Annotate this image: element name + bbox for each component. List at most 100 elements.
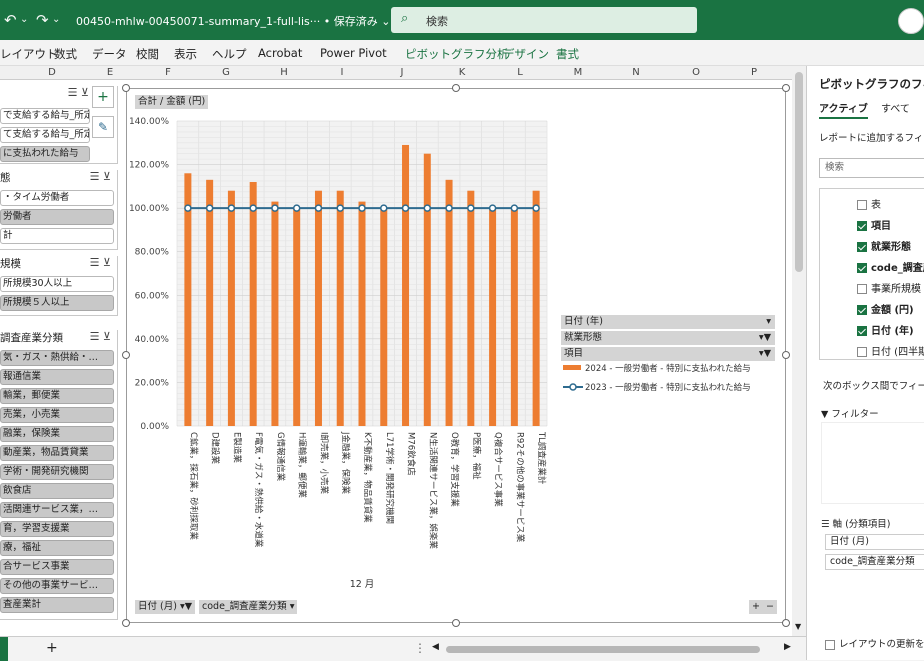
multiselect-clearfilter-icon[interactable]: ☰ ⊻ (68, 86, 89, 99)
resize-handle[interactable] (782, 351, 790, 359)
column-header[interactable]: M (550, 67, 606, 78)
field-checkbox[interactable]: 金額 (円) (857, 301, 914, 316)
column-header[interactable]: P (726, 67, 782, 78)
tab-view[interactable]: 表示 (174, 46, 197, 62)
column-header[interactable]: D (24, 67, 80, 78)
slicer-item[interactable]: 査産業計 (0, 597, 114, 613)
field-checkbox[interactable]: 日付 (年) (857, 322, 914, 337)
checkbox-icon[interactable] (857, 305, 867, 315)
field-checkbox[interactable]: 事業所規模 (857, 280, 921, 295)
column-header[interactable]: H (256, 67, 312, 78)
column-header[interactable]: F (140, 67, 196, 78)
field-checkbox[interactable]: 項目 (857, 217, 891, 232)
tab-power-pivot[interactable]: Power Pivot (320, 46, 387, 60)
checkbox-icon[interactable] (857, 242, 867, 252)
tab-all[interactable]: すべて (881, 100, 910, 115)
undo-dropdown-icon[interactable]: ⌄ (20, 14, 28, 25)
slicer-item[interactable]: 気・ガス・熱供給・… (0, 350, 114, 366)
tab-active[interactable]: アクティブ (819, 100, 868, 119)
slicer-item[interactable]: て支給する給与_所定内 (0, 127, 90, 143)
slicer-item[interactable]: 育，学習支援業 (0, 521, 114, 537)
checkbox-icon[interactable] (857, 200, 867, 210)
slicer-item[interactable]: 所規模５人以上 (0, 295, 114, 311)
more-options-icon[interactable]: ⋮ (414, 641, 426, 655)
column-header[interactable]: L (492, 67, 548, 78)
slicer-item[interactable]: 療，福祉 (0, 540, 114, 556)
axis-field-month-button[interactable]: 日付 (月) ▾▼ (135, 600, 196, 614)
scroll-right-icon[interactable]: ▶ (784, 642, 791, 652)
resize-handle[interactable] (782, 84, 790, 92)
expand-field-button[interactable]: + (749, 600, 763, 614)
slicer-item[interactable]: 飲食店 (0, 483, 114, 499)
undo-icon[interactable]: ↶ (4, 11, 17, 29)
resize-handle[interactable] (782, 619, 790, 627)
redo-icon[interactable]: ↷ (36, 11, 49, 29)
axis-item-industry[interactable]: code_調査産業分類 (825, 554, 924, 570)
filter-drop-area[interactable] (821, 422, 924, 504)
column-header[interactable]: E (82, 67, 138, 78)
avatar[interactable] (898, 8, 924, 34)
document-title[interactable]: 00450-mhlw-00450071-summary_1-full-lis··… (76, 13, 390, 29)
slicer-item[interactable]: 計 (0, 228, 114, 244)
column-header[interactable]: G (198, 67, 254, 78)
slicer-item[interactable]: 動産業，物品賃貸業 (0, 445, 114, 461)
resize-handle[interactable] (122, 84, 130, 92)
column-header[interactable]: N (608, 67, 664, 78)
defer-update-checkbox[interactable]: レイアウトの更新を保 (825, 636, 924, 650)
tab-review[interactable]: 校閲 (136, 46, 159, 62)
checkbox-icon[interactable] (857, 263, 867, 273)
slicer-item[interactable]: 所規模30人以上 (0, 276, 114, 292)
slicer-item[interactable]: ・タイム労働者 (0, 190, 114, 206)
slicer-item[interactable]: 合サービス事業 (0, 559, 114, 575)
checkbox-icon[interactable] (857, 284, 867, 294)
tab-pivotchart-analyze[interactable]: ピボットグラフ分析 (405, 46, 509, 62)
slicer-item[interactable]: 学術・開発研究機関 (0, 464, 114, 480)
tab-data[interactable]: データ (92, 46, 127, 62)
field-checkbox[interactable]: code_調査産 (857, 259, 924, 274)
redo-dropdown-icon[interactable]: ⌄ (52, 14, 60, 25)
slicer-item[interactable]: 労働者 (0, 209, 114, 225)
slicer-item[interactable]: その他の事業サービ… (0, 578, 114, 594)
checkbox-icon[interactable] (825, 639, 835, 650)
tab-design[interactable]: デザイン (503, 46, 549, 62)
axis-field-industry-button[interactable]: code_調査産業分類 ▾ (199, 600, 298, 614)
field-checkbox[interactable]: 就業形態 (857, 238, 911, 253)
resize-handle[interactable] (452, 84, 460, 92)
checkbox-icon[interactable] (857, 347, 867, 357)
add-sheet-icon[interactable]: + (46, 640, 58, 656)
legend-field-year-button[interactable]: 日付 (年) ▾ (561, 315, 775, 329)
horizontal-scrollbar[interactable] (446, 646, 760, 653)
multiselect-clearfilter-icon[interactable]: ☰ ⊻ (90, 170, 111, 183)
legend-field-item-button[interactable]: 項目 ▾▼ (561, 347, 775, 361)
scroll-down-icon[interactable]: ▼ (795, 622, 801, 631)
multiselect-clearfilter-icon[interactable]: ☰ ⊻ (90, 256, 111, 269)
vertical-scrollbar[interactable]: ▼ (792, 66, 806, 636)
pivot-chart[interactable]: 合計 / 金額 (円) 0.00% 20.00% 40.00% 60.00% 80.00… (126, 88, 786, 623)
resize-handle[interactable] (122, 619, 130, 627)
collapse-field-button[interactable]: − (763, 600, 777, 614)
slicer-item[interactable]: に支払われた給与 (0, 146, 90, 162)
scrollbar-thumb[interactable] (795, 72, 803, 272)
slicer-item[interactable]: 報通信業 (0, 369, 114, 385)
field-checkbox[interactable]: 表 (857, 196, 881, 211)
add-element-button[interactable]: + (92, 86, 114, 108)
tab-acrobat[interactable]: Acrobat (258, 46, 302, 60)
multiselect-clearfilter-icon[interactable]: ☰ ⊻ (90, 330, 111, 343)
checkbox-icon[interactable] (857, 326, 867, 336)
slicer-item[interactable]: 売業，小売業 (0, 407, 114, 423)
resize-handle[interactable] (122, 351, 130, 359)
tab-layout[interactable]: レイアウト (0, 46, 58, 62)
legend-field-employment-button[interactable]: 就業形態 ▾▼ (561, 331, 775, 345)
slicer-item[interactable]: 輸業，郵便業 (0, 388, 114, 404)
scroll-left-icon[interactable]: ◀ (432, 642, 439, 652)
column-header[interactable]: O (668, 67, 724, 78)
column-header[interactable]: K (434, 67, 490, 78)
column-header[interactable]: J (374, 67, 430, 78)
column-header[interactable]: I (314, 67, 370, 78)
slicer-item[interactable]: 活関連サービス業，… (0, 502, 114, 518)
checkbox-icon[interactable] (857, 221, 867, 231)
tab-format[interactable]: 書式 (556, 46, 579, 62)
chart-style-brush-button[interactable]: ✎ (92, 116, 114, 138)
tab-help[interactable]: ヘルプ (212, 46, 247, 62)
slicer-item[interactable]: で支給する給与_所定外 (0, 108, 90, 124)
